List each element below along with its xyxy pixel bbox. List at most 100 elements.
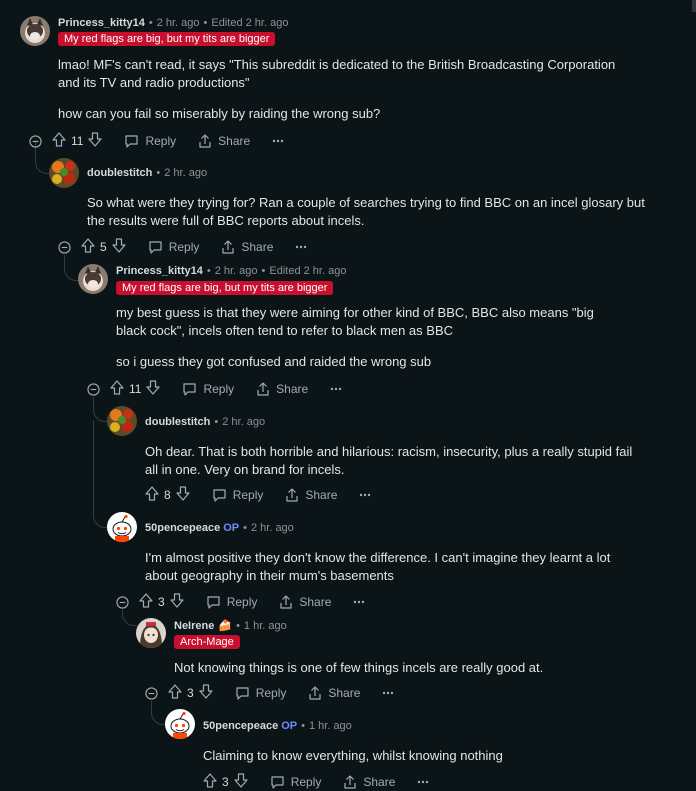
downvote-icon [176, 486, 190, 501]
reply-button[interactable]: Reply [235, 686, 286, 700]
upvote-icon [81, 238, 95, 253]
comment-author[interactable]: Princess_kitty14 [58, 17, 145, 29]
comment-paragraph: my best guess is that they were aiming f… [116, 305, 594, 338]
upvote-button[interactable] [110, 380, 124, 398]
more-options-button[interactable] [417, 780, 429, 784]
upvote-button[interactable] [52, 132, 66, 150]
share-button[interactable]: Share [308, 686, 360, 700]
comment-paragraph: so i guess they got confused and raided … [116, 354, 432, 369]
avatar-tomatoes-icon [49, 158, 79, 188]
avatar[interactable] [20, 16, 50, 46]
upvote-icon [168, 684, 182, 699]
share-button[interactable]: Share [221, 240, 273, 254]
comment-author[interactable]: NeIrene [174, 620, 214, 632]
comment-actions: 11 Reply Share [29, 132, 284, 150]
share-label: Share [305, 488, 338, 502]
share-button[interactable]: Share [279, 595, 331, 609]
comment-author[interactable]: doublestitch [87, 167, 152, 179]
share-button[interactable]: Share [256, 382, 308, 396]
avatar[interactable] [107, 512, 137, 542]
thread-curve [122, 611, 137, 626]
downvote-button[interactable] [170, 593, 184, 611]
upvote-button[interactable] [168, 684, 182, 702]
avatar[interactable] [165, 709, 195, 739]
downvote-button[interactable] [88, 132, 103, 150]
share-icon [309, 686, 321, 700]
comment-time: 2 hr. ago [214, 265, 258, 277]
downvote-icon [112, 238, 126, 253]
comment-body: lmao! MF's can't read, it says "This sub… [58, 56, 638, 123]
share-label: Share [218, 134, 251, 148]
share-label: Share [276, 382, 309, 396]
comment-thread: Princess_kitty14 • 2 hr. ago • Edited 2 hr. … [0, 0, 696, 789]
upvote-icon [139, 593, 153, 608]
reply-button[interactable]: Reply [124, 134, 176, 148]
collapse-button[interactable] [116, 595, 129, 609]
reply-label: Reply [203, 382, 235, 396]
more-icon [272, 139, 284, 143]
collapse-button[interactable] [29, 134, 42, 148]
avatar[interactable] [78, 264, 108, 294]
comment-edited: Edited 2 hr. ago [211, 17, 289, 29]
more-options-button[interactable] [359, 493, 371, 497]
share-button[interactable]: Share [198, 134, 250, 148]
downvote-button[interactable] [176, 486, 190, 504]
comment-body: I'm almost positive they don't know the … [145, 549, 615, 585]
share-icon [222, 240, 234, 254]
upvote-button[interactable] [145, 486, 159, 504]
comment-edited: Edited 2 hr. ago [269, 265, 347, 277]
avatar[interactable] [107, 406, 137, 436]
comment-actions: 8 Reply Share [145, 486, 371, 504]
downvote-icon [146, 380, 161, 395]
downvote-button[interactable] [234, 773, 248, 791]
comment-author[interactable]: 50pencepeace [203, 720, 278, 732]
reply-button[interactable]: Reply [212, 488, 264, 502]
reply-icon [183, 383, 197, 396]
more-icon [383, 691, 394, 695]
more-options-button[interactable] [272, 139, 284, 143]
downvote-button[interactable] [146, 380, 161, 398]
more-options-button[interactable] [353, 600, 365, 604]
collapse-icon [58, 240, 71, 254]
downvote-button[interactable] [199, 684, 213, 702]
vote-count: 8 [164, 488, 171, 502]
reply-button[interactable]: Reply [182, 382, 234, 396]
avatar[interactable] [136, 618, 166, 648]
more-options-button[interactable] [382, 691, 394, 695]
comment-author[interactable]: 50pencepeace [145, 522, 220, 534]
user-flair: Arch-Mage [174, 635, 240, 649]
upvote-button[interactable] [203, 773, 217, 791]
upvote-button[interactable] [81, 238, 95, 256]
comment-meta: NeIrene 🍰 • 1 hr. ago [174, 620, 287, 632]
op-badge: OP [281, 720, 298, 732]
comment-time: 1 hr. ago [243, 620, 287, 632]
share-label: Share [299, 595, 332, 609]
vote-count: 11 [129, 382, 142, 396]
upvote-button[interactable] [139, 593, 153, 611]
collapse-button[interactable] [145, 686, 158, 700]
share-label: Share [328, 686, 361, 700]
comment-actions: 3 Reply Share [145, 684, 394, 702]
reply-button[interactable]: Reply [148, 240, 199, 254]
thread-line[interactable] [93, 420, 94, 514]
reply-button[interactable]: Reply [206, 595, 257, 609]
more-options-button[interactable] [330, 387, 342, 391]
collapse-button[interactable] [87, 382, 100, 396]
downvote-icon [170, 593, 184, 608]
avatar-kitty-icon [78, 264, 108, 294]
avatar[interactable] [49, 158, 79, 188]
user-flair: My red flags are big, but my tits are bi… [116, 281, 334, 295]
comment-author[interactable]: Princess_kitty14 [116, 265, 203, 277]
downvote-icon [234, 773, 248, 788]
share-button[interactable]: Share [285, 488, 337, 502]
user-flair: My red flags are big, but my tits are bi… [58, 32, 276, 46]
reply-label: Reply [232, 488, 264, 502]
more-options-button[interactable] [295, 245, 307, 249]
reply-icon [236, 687, 249, 700]
downvote-button[interactable] [112, 238, 126, 256]
comment-meta: doublestitch • 2 hr. ago [145, 416, 266, 428]
scrollbar[interactable] [692, 0, 696, 12]
comment-time: 2 hr. ago [250, 522, 294, 534]
comment-author[interactable]: doublestitch [145, 416, 210, 428]
collapse-button[interactable] [58, 240, 71, 254]
